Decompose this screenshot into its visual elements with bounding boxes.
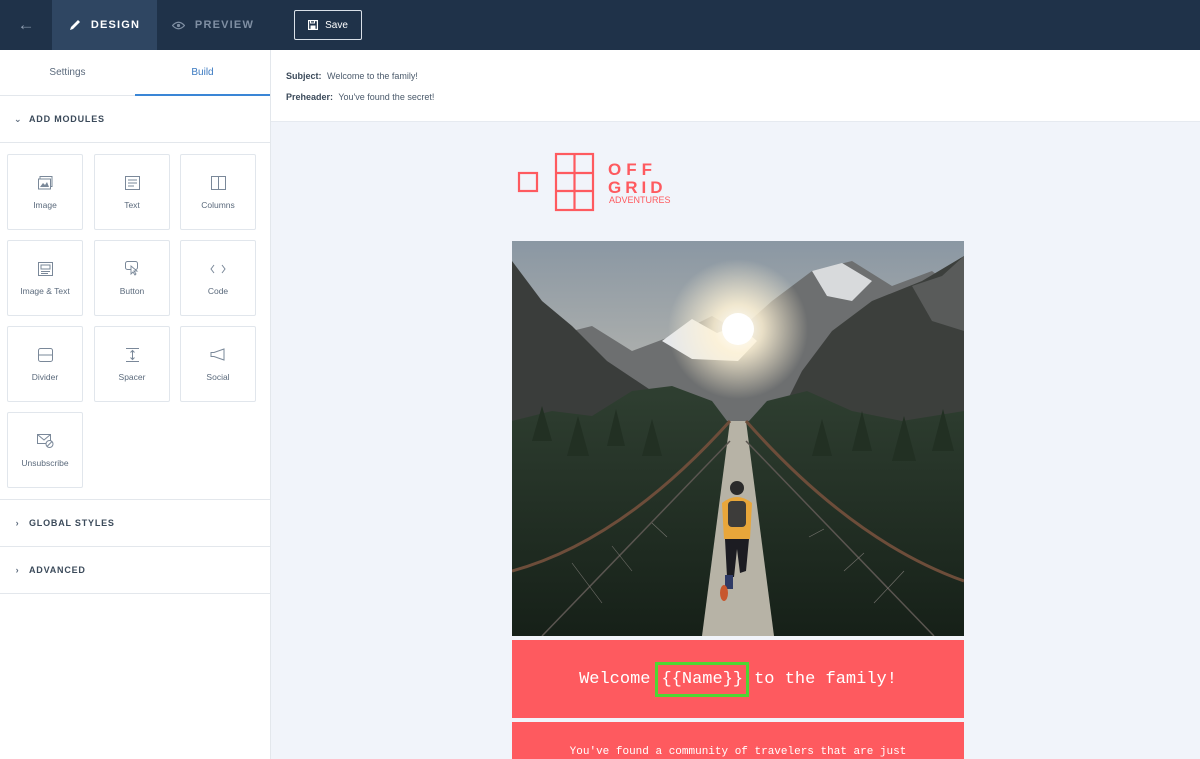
preheader-value: You've found the secret! (338, 92, 435, 102)
module-image-text[interactable]: Image & Text (7, 240, 83, 316)
sidebar: Settings Build ⌄ ADD MODULES Image Text … (0, 50, 271, 759)
arrow-left-icon: ← (17, 15, 35, 34)
divider-icon (37, 347, 53, 362)
global-styles-label: GLOBAL STYLES (29, 518, 115, 528)
sidebar-tabs: Settings Build (0, 50, 270, 96)
body-text-block[interactable]: You've found a community of travelers th… (512, 722, 964, 759)
subject-label: Subject: (286, 71, 322, 81)
email-body: OFF GRID ADVENTURES Welcome {{Name}} to … (512, 142, 964, 759)
spacer-icon (125, 347, 139, 362)
module-unsubscribe[interactable]: Unsubscribe (7, 412, 83, 488)
module-button[interactable]: Button (94, 240, 170, 316)
columns-icon (210, 175, 226, 190)
top-bar: ← DESIGN PREVIEW Save (0, 0, 1200, 50)
module-label: Unsubscribe (21, 457, 69, 468)
module-divider[interactable]: Divider (7, 326, 83, 402)
design-tab[interactable]: DESIGN (52, 0, 157, 50)
preview-tab-label: PREVIEW (194, 19, 255, 31)
logo-block[interactable]: OFF GRID ADVENTURES (512, 142, 964, 241)
chevron-right-icon: › (15, 518, 20, 528)
advanced-label: ADVANCED (29, 565, 86, 575)
image-text-icon (37, 261, 53, 276)
advanced-header[interactable]: › ADVANCED (0, 547, 270, 594)
module-label: Social (206, 371, 230, 382)
logo-line-3: ADVENTURES (609, 195, 671, 205)
subject-value: Welcome to the family! (327, 71, 418, 81)
module-social[interactable]: Social (180, 326, 256, 402)
back-button[interactable]: ← (0, 0, 52, 50)
hero-image[interactable] (512, 241, 964, 636)
off-grid-logo: OFF GRID ADVENTURES (517, 152, 671, 212)
module-label: Image & Text (20, 285, 70, 296)
welcome-before: Welcome (579, 669, 651, 689)
add-modules-label: ADD MODULES (29, 114, 105, 124)
subject-line[interactable]: Subject: Welcome to the family! (286, 71, 1200, 92)
chevron-down-icon: ⌄ (14, 113, 23, 124)
button-icon (124, 261, 138, 276)
email-meta: Subject: Welcome to the family! Preheade… (271, 50, 1200, 122)
module-label: Columns (201, 199, 235, 210)
body-text: You've found a community of travelers th… (569, 746, 907, 758)
image-icon (37, 175, 52, 189)
module-columns[interactable]: Columns (180, 154, 256, 230)
save-button[interactable]: Save (294, 10, 362, 40)
module-spacer[interactable]: Spacer (94, 326, 170, 402)
preheader-label: Preheader: (286, 92, 334, 102)
preheader-line[interactable]: Preheader: You've found the secret! (286, 92, 1200, 113)
eye-icon (171, 21, 185, 29)
save-button-label: Save (325, 19, 348, 31)
global-styles-header[interactable]: › GLOBAL STYLES (0, 500, 270, 547)
module-label: Button (119, 285, 145, 296)
tab-build[interactable]: Build (135, 50, 270, 96)
tab-settings[interactable]: Settings (0, 50, 135, 95)
module-label: Image (33, 199, 57, 210)
preview-tab[interactable]: PREVIEW (157, 0, 269, 50)
floppy-disk-icon (308, 20, 319, 30)
email-canvas: Subject: Welcome to the family! Preheade… (271, 50, 1200, 759)
chevron-right-icon: › (15, 565, 20, 575)
module-label: Text (124, 199, 140, 210)
modules-grid: Image Text Columns Image & Text Button C… (0, 143, 270, 500)
add-modules-header[interactable]: ⌄ ADD MODULES (0, 96, 270, 143)
welcome-after: to the family! (754, 669, 897, 689)
module-code[interactable]: Code (180, 240, 256, 316)
module-label: Spacer (118, 371, 146, 382)
module-label: Code (207, 285, 229, 296)
module-text[interactable]: Text (94, 154, 170, 230)
code-icon (210, 264, 226, 273)
welcome-heading[interactable]: Welcome {{Name}} to the family! (512, 640, 964, 718)
module-label: Divider (31, 371, 59, 382)
name-merge-tag[interactable]: {{Name}} (655, 661, 750, 697)
logo-line-1: OFF (608, 160, 657, 179)
unsubscribe-icon (36, 433, 53, 448)
design-tab-label: DESIGN (90, 19, 141, 31)
text-icon (124, 175, 140, 190)
megaphone-icon (210, 348, 225, 361)
module-image[interactable]: Image (7, 154, 83, 230)
brush-icon (69, 20, 80, 30)
